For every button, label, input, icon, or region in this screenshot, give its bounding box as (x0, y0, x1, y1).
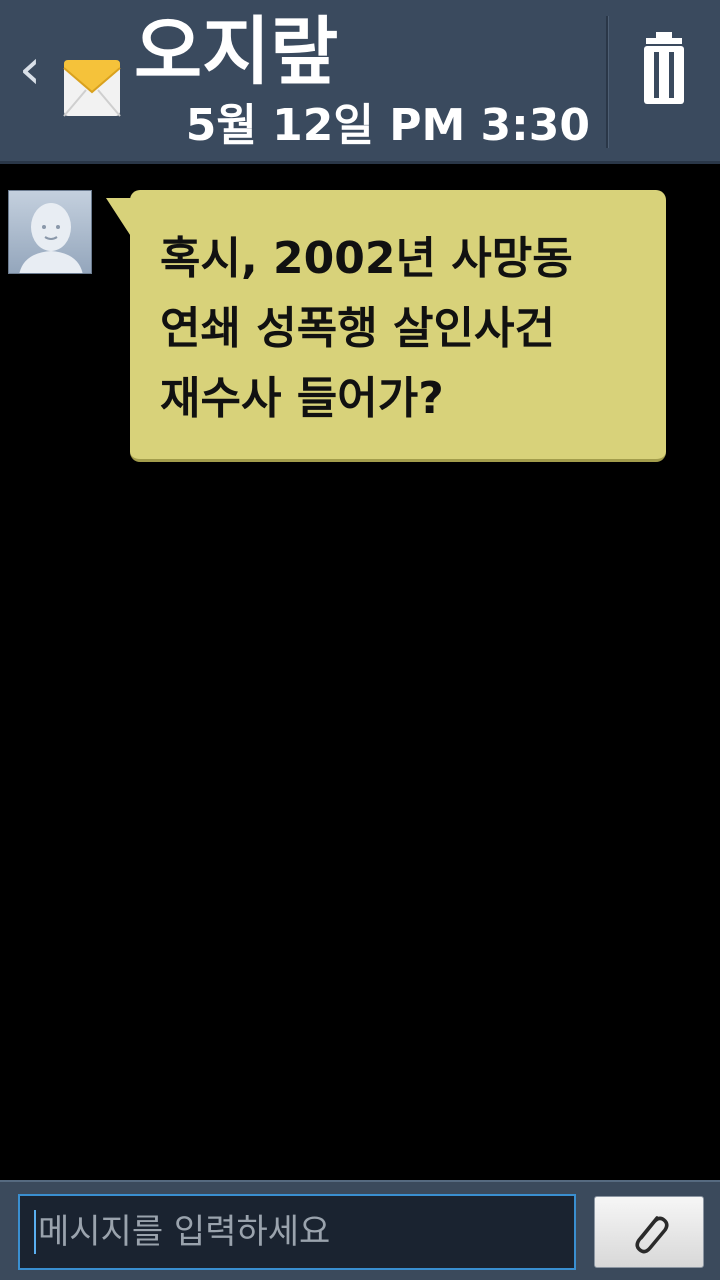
attach-button[interactable] (594, 1196, 704, 1268)
default-avatar-icon (19, 203, 83, 273)
delete-button[interactable] (616, 20, 712, 130)
message-input-placeholder: 메시지를 입력하세요 (38, 1212, 331, 1252)
back-button[interactable]: ‹ (10, 30, 50, 110)
incoming-message-bubble[interactable]: 혹시, 2002년 사망동 연쇄 성폭행 살인사건 재수사 들어가? (130, 190, 666, 462)
trash-icon (644, 32, 684, 104)
bubble-tail (106, 198, 132, 238)
contact-name: 오지랖 (134, 9, 339, 95)
message-timestamp: 5월 12일 PM 3:30 (185, 100, 590, 151)
sender-avatar[interactable] (8, 190, 92, 274)
message-input[interactable]: 메시지를 입력하세요 (18, 1194, 576, 1270)
paperclip-icon (635, 1216, 669, 1254)
message-text: 혹시, 2002년 사망동 연쇄 성폭행 살인사건 재수사 들어가? (160, 233, 573, 424)
back-chevron-icon: ‹ (18, 37, 42, 102)
thread-header: ‹ 오지랖 5월 12일 PM 3:30 (0, 0, 720, 164)
envelope-icon (62, 56, 122, 120)
header-divider (606, 16, 608, 148)
text-cursor (34, 1210, 36, 1254)
composer-bar: 메시지를 입력하세요 (0, 1180, 720, 1280)
message-thread-screen: ‹ 오지랖 5월 12일 PM 3:30 혹시, 2002년 사망동 연쇄 성폭… (0, 0, 720, 1280)
